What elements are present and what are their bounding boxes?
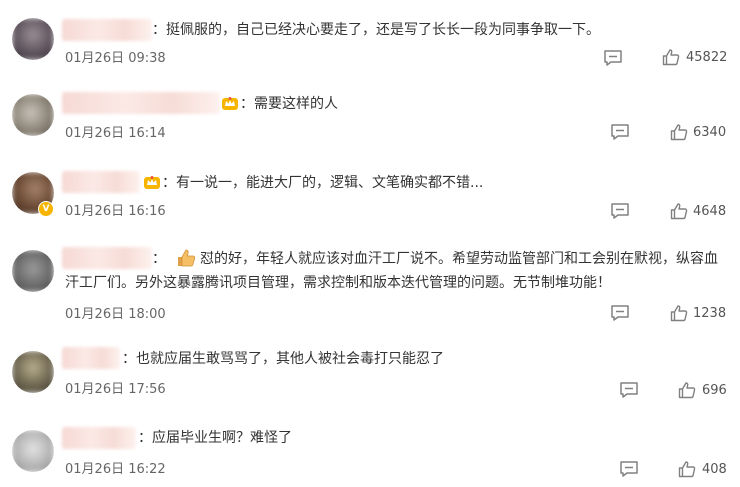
comment-time: 01月26日 09:38 <box>65 51 166 66</box>
thumbs-up-icon[interactable] <box>678 381 696 399</box>
comment-icon[interactable] <box>610 123 630 141</box>
username-redacted[interactable] <box>62 92 220 114</box>
comment-time: 01月26日 16:14 <box>65 126 166 141</box>
like-count: 696 <box>702 383 727 398</box>
comment-time: 01月26日 18:00 <box>65 307 166 322</box>
like-count: 45822 <box>686 50 728 65</box>
comment-text: ：也就应届生敢骂骂了，其他人被社会毒打只能忍了 <box>122 351 444 367</box>
avatar[interactable] <box>12 94 54 136</box>
verified-v-icon: V <box>38 201 54 217</box>
like-count: 4648 <box>693 204 727 219</box>
thumbs-up-icon[interactable] <box>670 304 688 322</box>
comment-time: 01月26日 16:22 <box>65 462 166 477</box>
comment-text: ：挺佩服的，自己已经决心要走了，还是写了长长一段为同事争取一下。 <box>152 22 600 38</box>
username-redacted[interactable] <box>62 171 140 193</box>
comment-icon[interactable] <box>603 49 623 67</box>
comment-text: ：需要这样的人 <box>240 96 338 112</box>
comment-text: 怼的好，年轻人就应该对血汗工厂说不。希望劳动监管部门和工会别在默视，纵容血汗工厂… <box>65 251 718 291</box>
comment-time: 01月26日 17:56 <box>65 382 166 397</box>
comment-item: ：也就应届生敢骂骂了，其他人被社会毒打只能忍了 01月26日 17:56 696 <box>0 336 740 414</box>
comment-icon[interactable] <box>619 381 639 399</box>
comment-icon[interactable] <box>610 202 630 220</box>
comment-icon[interactable] <box>619 460 639 478</box>
like-count: 1238 <box>693 306 727 321</box>
avatar[interactable] <box>12 430 54 472</box>
like-count: 408 <box>702 462 727 477</box>
comment-item: ：需要这样的人 01月26日 16:14 6340 <box>0 80 740 160</box>
username-redacted[interactable] <box>62 19 152 41</box>
like-count: 6340 <box>693 125 727 140</box>
comment-text: ：有一说一，能进大厂的，逻辑、文笔确实都不错... <box>162 175 484 191</box>
comment-time: 01月26日 16:16 <box>65 204 166 219</box>
avatar[interactable] <box>12 351 54 393</box>
comment-item: V ：有一说一，能进大厂的，逻辑、文笔确实都不错... 01月26日 16:16… <box>0 160 740 236</box>
avatar[interactable] <box>12 250 54 292</box>
comment-text: ：应届毕业生啊？难怪了 <box>138 430 292 446</box>
crown-badge-icon[interactable] <box>221 95 239 111</box>
thumbs-up-icon[interactable] <box>678 460 696 478</box>
crown-badge-icon[interactable] <box>143 174 161 190</box>
username-redacted[interactable] <box>62 347 120 369</box>
username-redacted[interactable] <box>62 427 136 449</box>
thumbs-up-icon[interactable] <box>670 123 688 141</box>
thumbs-up-icon[interactable] <box>670 202 688 220</box>
comment-item: ：挺佩服的，自己已经决心要走了，还是写了长长一段为同事争取一下。 01月26日 … <box>0 0 740 80</box>
avatar[interactable] <box>12 18 54 60</box>
comment-item: ： 怼的好，年轻人就应该对血汗工厂说不。希望劳动监管部门和工会别在默视，纵容血汗… <box>0 236 740 336</box>
comment-icon[interactable] <box>610 304 630 322</box>
thumbs-up-icon[interactable] <box>662 48 680 66</box>
comment-item: ：应届毕业生啊？难怪了 01月26日 16:22 408 <box>0 414 740 487</box>
